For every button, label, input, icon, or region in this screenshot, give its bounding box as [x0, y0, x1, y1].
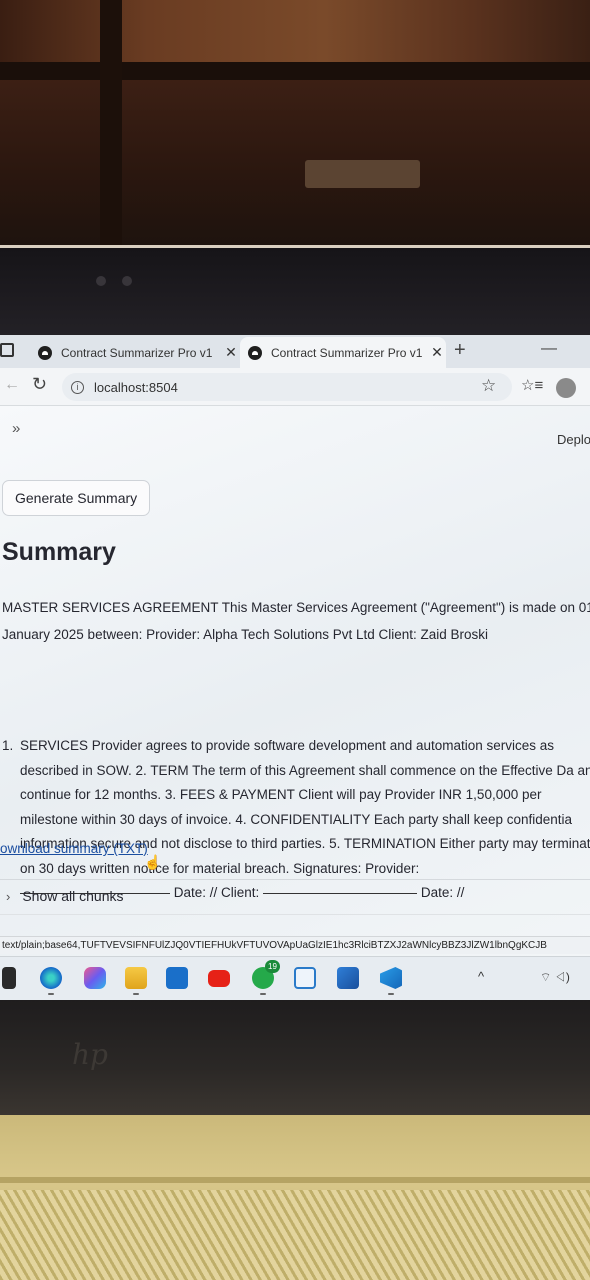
generate-summary-button[interactable]: Generate Summary: [2, 480, 151, 516]
snipping-tool-icon[interactable]: [294, 967, 316, 989]
show-all-chunks-label: Show all chunks: [22, 888, 124, 904]
wifi-volume-icon[interactable]: ⌔ ◁): [540, 970, 570, 985]
close-tab-icon[interactable]: ✕: [222, 344, 240, 361]
browser-tab-bar: Contract Summarizer Pro v1 ✕ Contract Su…: [0, 335, 590, 368]
tab-contract-summarizer-1[interactable]: Contract Summarizer Pro v1 ✕: [30, 337, 240, 368]
profile-avatar[interactable]: [556, 378, 576, 398]
url-field[interactable]: i localhost:8504: [62, 373, 512, 401]
expand-sidebar-icon[interactable]: »: [12, 420, 20, 437]
drawer-handle: [305, 160, 420, 188]
deploy-button[interactable]: Deplo: [557, 432, 590, 447]
copilot-icon[interactable]: [84, 967, 106, 989]
laptop-bottom-bezel: hp: [0, 1000, 590, 1115]
running-indicator: [260, 993, 266, 995]
address-bar: ← ↻ i localhost:8504 ☆ ☆≡: [0, 368, 590, 406]
background-shelf: [0, 0, 590, 245]
client-date-text: Date: //: [420, 885, 465, 900]
youtube-icon[interactable]: [208, 970, 230, 987]
shelf-beam: [0, 62, 590, 80]
hinge-ridge: [0, 1177, 590, 1183]
summary-heading: Summary: [2, 538, 116, 566]
running-indicator: [388, 993, 394, 995]
shelf-post: [100, 0, 122, 245]
back-arrow-icon[interactable]: ←: [4, 376, 20, 394]
photos-icon[interactable]: [337, 967, 359, 989]
window-menu-icon[interactable]: [0, 343, 14, 357]
vscode-icon[interactable]: [380, 967, 402, 989]
streamlit-favicon-icon: [38, 345, 52, 360]
agreement-intro-text: MASTER SERVICES AGREEMENT This Master Se…: [2, 600, 590, 642]
running-indicator: [133, 993, 139, 995]
shelf-top: [0, 0, 590, 70]
edge-icon[interactable]: [40, 967, 62, 989]
tab-title: Contract Summarizer Pro v1: [61, 345, 213, 360]
list-number: 1.: [2, 738, 14, 753]
tab-contract-summarizer-2[interactable]: Contract Summarizer Pro v1 ✕: [240, 337, 446, 368]
minimize-button[interactable]: —: [541, 340, 557, 358]
start-icon[interactable]: [2, 967, 16, 989]
hand-cursor-icon: ☝: [144, 854, 162, 870]
site-info-icon[interactable]: i: [71, 380, 84, 394]
webcam-icon: [96, 276, 106, 286]
close-tab-icon[interactable]: ✕: [428, 344, 446, 361]
status-bar-url: text/plain;base64,TUFTVEVSIFNFUlZJQ0VTIE…: [0, 936, 590, 954]
notification-badge: 19: [265, 960, 280, 973]
hp-logo: hp: [72, 1038, 108, 1071]
windows-taskbar: 19 ^ ⌔ ◁): [0, 956, 590, 1000]
laptop-top-bezel: [0, 245, 590, 335]
tab-title: Contract Summarizer Pro v1: [271, 345, 423, 360]
divider: [0, 914, 590, 915]
reload-icon[interactable]: ↻: [32, 374, 47, 395]
favorites-icon[interactable]: ☆≡: [521, 376, 543, 394]
provider-date-text: Date: // Client:: [173, 885, 260, 900]
bookmark-star-icon[interactable]: ☆: [481, 376, 496, 396]
speaker-grille: [0, 1190, 590, 1280]
app-content: » Deplo Generate Summary Summary MASTER …: [0, 406, 590, 1000]
sensor-icon: [122, 276, 132, 286]
outlook-icon[interactable]: [166, 967, 188, 989]
download-summary-link[interactable]: ownload summary (TXT): [0, 841, 148, 856]
running-indicator: [48, 993, 54, 995]
new-tab-button[interactable]: +: [454, 339, 466, 362]
divider: [0, 879, 590, 880]
url-text: localhost:8504: [94, 379, 178, 395]
show-all-chunks-expander[interactable]: › Show all chunks: [6, 888, 124, 904]
laptop-deck: [0, 1115, 590, 1280]
client-signature-line: [263, 892, 418, 894]
file-explorer-icon[interactable]: [125, 967, 147, 989]
streamlit-favicon-icon: [248, 345, 262, 360]
chevron-right-icon: ›: [6, 888, 11, 904]
chevron-up-icon[interactable]: ^: [478, 969, 484, 984]
laptop-screen: Contract Summarizer Pro v1 ✕ Contract Su…: [0, 335, 590, 1000]
